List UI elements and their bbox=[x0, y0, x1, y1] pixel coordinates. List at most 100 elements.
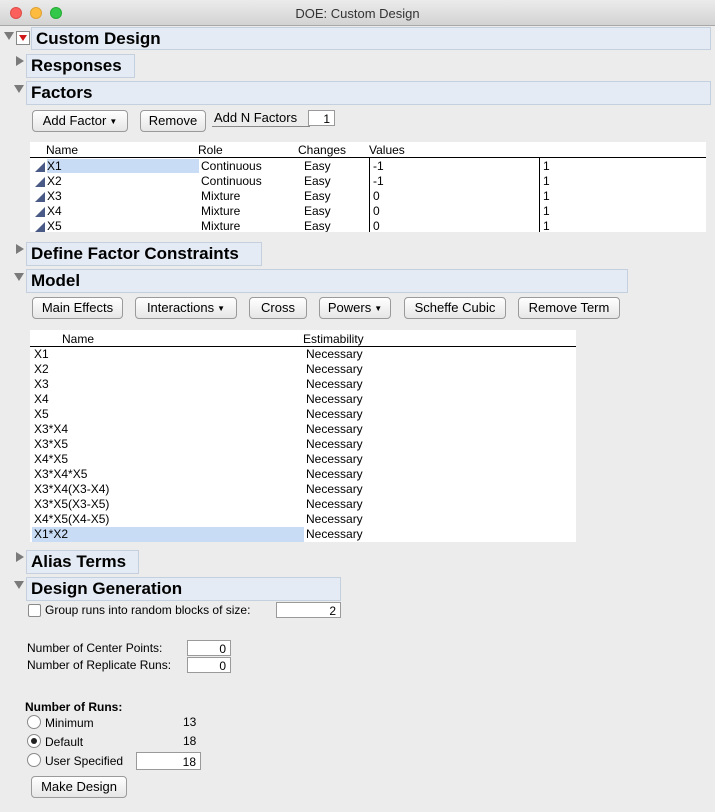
term-row[interactable]: X3 Necessary bbox=[30, 377, 576, 392]
interactions-label: Interactions bbox=[146, 300, 215, 315]
term-row-selected[interactable]: X1*X2 Necessary bbox=[30, 527, 576, 542]
disclosure-closed-icon[interactable] bbox=[16, 56, 24, 66]
responses-header[interactable]: Responses bbox=[26, 54, 135, 78]
disclosure-closed-icon[interactable] bbox=[16, 244, 24, 254]
term-row[interactable]: X2 Necessary bbox=[30, 362, 576, 377]
term-estimability[interactable]: Necessary bbox=[306, 422, 363, 437]
term-estimability[interactable]: Necessary bbox=[306, 392, 363, 407]
term-row[interactable]: X1 Necessary bbox=[30, 347, 576, 362]
factor-role: Mixture bbox=[201, 219, 241, 232]
term-name: X3*X5 bbox=[34, 437, 69, 451]
scheffe-cubic-button[interactable]: Scheffe Cubic bbox=[404, 297, 506, 319]
model-header[interactable]: Model bbox=[26, 269, 628, 293]
factor-high-value[interactable]: 1 bbox=[543, 204, 550, 219]
add-factor-button[interactable]: Add Factor ▼ bbox=[32, 110, 128, 132]
factor-row[interactable]: X3 Mixture Easy 0 1 bbox=[30, 189, 706, 204]
minimum-label: Minimum bbox=[45, 716, 94, 730]
factor-role: Mixture bbox=[201, 204, 241, 218]
term-row[interactable]: X5 Necessary bbox=[30, 407, 576, 422]
add-factor-label: Add Factor bbox=[42, 113, 107, 128]
powers-button[interactable]: Powers ▼ bbox=[319, 297, 391, 319]
alias-terms-header[interactable]: Alias Terms bbox=[26, 550, 139, 574]
factor-changes[interactable]: Easy bbox=[304, 204, 331, 219]
model-terms-table: Name Estimability X1 Necessary X2 Necess… bbox=[30, 330, 576, 542]
factor-low-value[interactable]: -1 bbox=[373, 174, 384, 189]
factor-name[interactable]: X5 bbox=[47, 219, 62, 232]
term-row[interactable]: X3*X5(X3-X5) Necessary bbox=[30, 497, 576, 512]
define-factor-constraints-header[interactable]: Define Factor Constraints bbox=[26, 242, 262, 266]
continuous-factor-icon bbox=[35, 177, 45, 187]
dropdown-caret-icon: ▼ bbox=[374, 303, 383, 313]
user-specified-runs-field[interactable]: 18 bbox=[136, 752, 201, 770]
factor-low-value[interactable]: 0 bbox=[373, 219, 380, 232]
center-points-field[interactable]: 0 bbox=[187, 640, 231, 656]
factor-row[interactable]: X4 Mixture Easy 0 1 bbox=[30, 204, 706, 219]
main-effects-button[interactable]: Main Effects bbox=[32, 297, 123, 319]
disclosure-open-icon[interactable] bbox=[14, 581, 24, 589]
red-triangle-menu-icon[interactable] bbox=[16, 31, 30, 45]
term-estimability[interactable]: Necessary bbox=[306, 527, 363, 542]
factor-row[interactable]: X2 Continuous Easy -1 1 bbox=[30, 174, 706, 189]
term-estimability[interactable]: Necessary bbox=[306, 452, 363, 467]
factor-low-value[interactable]: 0 bbox=[373, 189, 380, 204]
block-size-field[interactable]: 2 bbox=[276, 602, 341, 618]
factor-low-value[interactable]: 0 bbox=[373, 204, 380, 219]
cross-button[interactable]: Cross bbox=[249, 297, 307, 319]
make-design-button[interactable]: Make Design bbox=[31, 776, 127, 798]
factor-high-value[interactable]: 1 bbox=[543, 189, 550, 204]
factor-name[interactable]: X1 bbox=[47, 159, 62, 174]
factor-changes[interactable]: Easy bbox=[304, 159, 331, 174]
term-estimability[interactable]: Necessary bbox=[306, 407, 363, 422]
interactions-button[interactable]: Interactions ▼ bbox=[135, 297, 237, 319]
center-points-label: Number of Center Points: bbox=[27, 641, 163, 655]
column-header-name: Name bbox=[46, 143, 79, 157]
column-header-name: Name bbox=[62, 332, 95, 346]
dropdown-caret-icon: ▼ bbox=[109, 116, 118, 126]
term-estimability[interactable]: Necessary bbox=[306, 512, 363, 527]
term-estimability[interactable]: Necessary bbox=[306, 482, 363, 497]
factor-name[interactable]: X4 bbox=[47, 204, 62, 219]
factor-high-value[interactable]: 1 bbox=[543, 219, 550, 232]
term-estimability[interactable]: Necessary bbox=[306, 437, 363, 452]
factor-high-value[interactable]: 1 bbox=[543, 159, 550, 174]
factors-header[interactable]: Factors bbox=[26, 81, 711, 105]
disclosure-closed-icon[interactable] bbox=[16, 552, 24, 562]
minimum-radio[interactable] bbox=[27, 715, 41, 729]
remove-term-button[interactable]: Remove Term bbox=[518, 297, 620, 319]
disclosure-open-icon[interactable] bbox=[4, 32, 14, 40]
default-radio[interactable] bbox=[27, 734, 41, 748]
term-estimability[interactable]: Necessary bbox=[306, 467, 363, 482]
factor-name[interactable]: X2 bbox=[47, 174, 62, 189]
term-estimability[interactable]: Necessary bbox=[306, 497, 363, 512]
term-row[interactable]: X3*X4*X5 Necessary bbox=[30, 467, 576, 482]
factor-high-value[interactable]: 1 bbox=[543, 174, 550, 189]
disclosure-open-icon[interactable] bbox=[14, 273, 24, 281]
factor-changes[interactable]: Easy bbox=[304, 174, 331, 189]
disclosure-open-icon[interactable] bbox=[14, 85, 24, 93]
user-specified-radio[interactable] bbox=[27, 753, 41, 767]
design-generation-header[interactable]: Design Generation bbox=[26, 577, 341, 601]
header-divider bbox=[30, 157, 706, 158]
term-estimability[interactable]: Necessary bbox=[306, 362, 363, 377]
term-row[interactable]: X3*X4(X3-X4) Necessary bbox=[30, 482, 576, 497]
factor-low-value[interactable]: -1 bbox=[373, 159, 384, 174]
term-row[interactable]: X3*X5 Necessary bbox=[30, 437, 576, 452]
remove-factor-button[interactable]: Remove bbox=[140, 110, 206, 132]
factor-name[interactable]: X3 bbox=[47, 189, 62, 204]
column-header-values: Values bbox=[369, 143, 405, 157]
replicate-runs-field[interactable]: 0 bbox=[187, 657, 231, 673]
term-estimability[interactable]: Necessary bbox=[306, 377, 363, 392]
term-row[interactable]: X3*X4 Necessary bbox=[30, 422, 576, 437]
factor-row[interactable]: X1 Continuous Easy -1 1 bbox=[30, 159, 706, 174]
term-estimability[interactable]: Necessary bbox=[306, 347, 363, 362]
factor-row[interactable]: X5 Mixture Easy 0 1 bbox=[30, 219, 706, 232]
term-name: X4*X5(X4-X5) bbox=[34, 512, 110, 526]
term-row[interactable]: X4*X5 Necessary bbox=[30, 452, 576, 467]
term-row[interactable]: X4*X5(X4-X5) Necessary bbox=[30, 512, 576, 527]
factor-changes[interactable]: Easy bbox=[304, 189, 331, 204]
add-n-factors-field[interactable]: 1 bbox=[308, 110, 335, 126]
group-runs-checkbox[interactable] bbox=[28, 604, 41, 617]
add-n-factors-button[interactable]: Add N Factors bbox=[212, 110, 310, 127]
factor-changes[interactable]: Easy bbox=[304, 219, 331, 232]
term-row[interactable]: X4 Necessary bbox=[30, 392, 576, 407]
